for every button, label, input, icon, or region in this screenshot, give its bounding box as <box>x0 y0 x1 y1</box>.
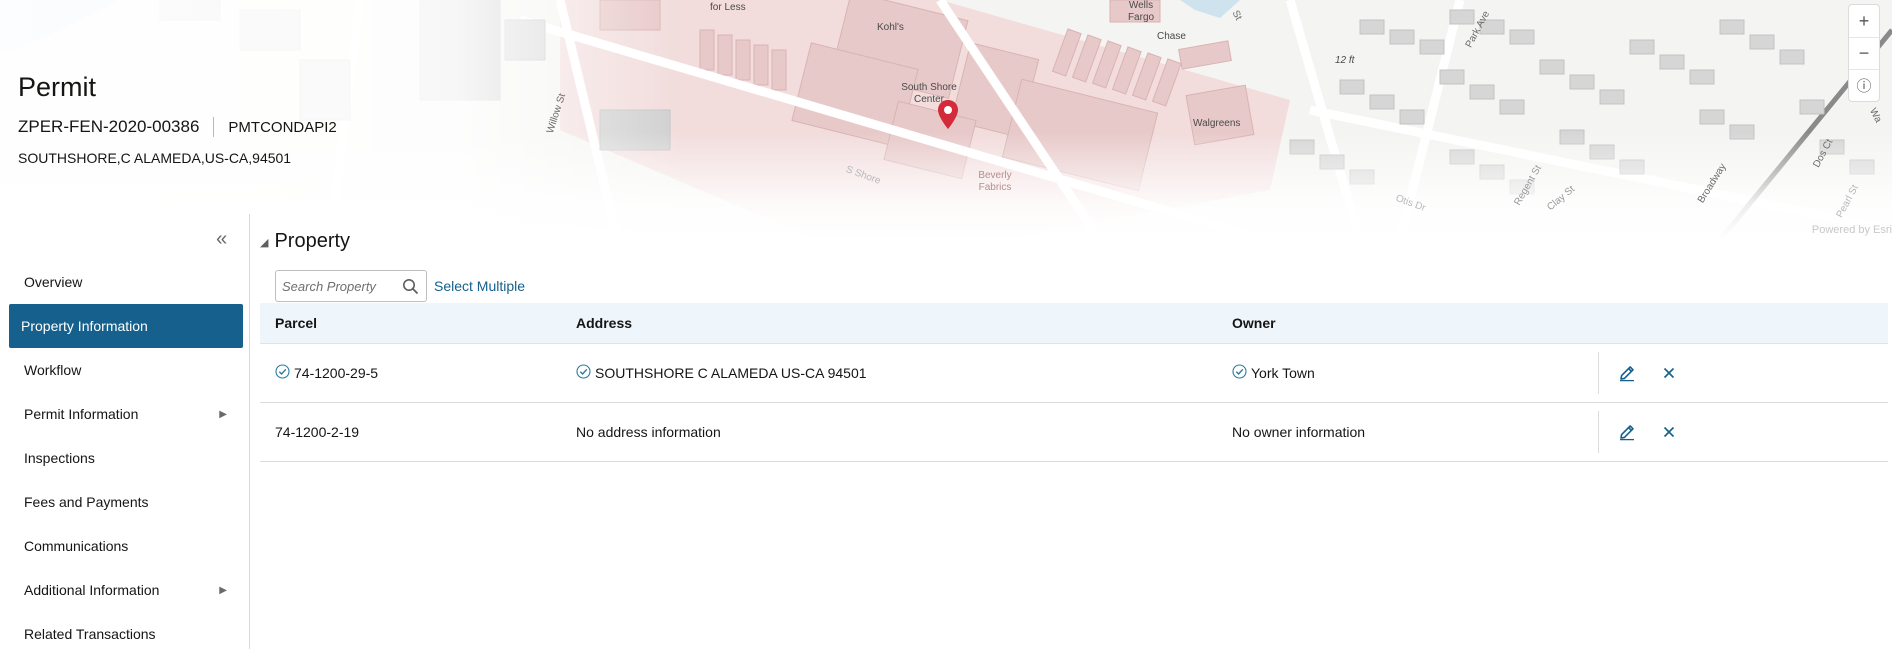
sidebar-item-label: Fees and Payments <box>24 494 149 510</box>
sidebar-item-additional-information[interactable]: Additional Information ▶ <box>9 568 243 612</box>
column-header-parcel[interactable]: Parcel <box>260 315 561 331</box>
collapse-sidebar-icon[interactable]: ‹‹ <box>216 228 227 251</box>
owner-cell: No owner information <box>1217 424 1598 440</box>
search-property-box <box>275 270 427 302</box>
sidebar-item-label: Additional Information <box>24 582 160 598</box>
expand-caret-icon[interactable]: ▶ <box>219 585 227 596</box>
map-label-kohls: Kohl's <box>877 22 904 33</box>
address-cell: SOUTHSHORE C ALAMEDA US-CA 94501 <box>561 363 1217 381</box>
page-title: Permit <box>18 72 97 102</box>
sidebar-item-label: Property Information <box>21 318 148 334</box>
column-header-address[interactable]: Address <box>561 315 1217 331</box>
check-circle-icon <box>576 363 591 379</box>
permit-address: SOUTHSHORE,C ALAMEDA,US-CA,94501 <box>18 150 292 166</box>
permit-type: PMTCONDAPI2 <box>228 118 337 136</box>
sidebar-item-label: Related Transactions <box>24 626 156 642</box>
parcel-value: 74-1200-2-19 <box>275 424 360 440</box>
property-toolbar: Select Multiple <box>275 270 525 302</box>
sidebar-item-permit-information[interactable]: Permit Information ▶ <box>9 392 243 436</box>
table-header: Parcel Address Owner <box>260 303 1888 344</box>
check-circle-icon <box>275 363 290 379</box>
parcel-value: 74-1200-29-5 <box>294 365 379 381</box>
sidebar-nav: Overview Property Information Workflow P… <box>9 260 243 649</box>
row-actions <box>1598 411 1888 453</box>
map-controls: + − ⓘ <box>1848 4 1880 102</box>
sidebar-item-label: Communications <box>24 538 129 554</box>
row-actions <box>1598 352 1888 394</box>
address-value: No address information <box>576 424 721 440</box>
location-pin-icon[interactable] <box>937 99 959 131</box>
owner-cell: York Town <box>1217 363 1598 381</box>
map-label-for-less: for Less <box>710 2 746 13</box>
sidebar: ‹‹ Overview Property Information Workflo… <box>0 214 250 649</box>
address-value: SOUTHSHORE C ALAMEDA US-CA 94501 <box>595 365 867 381</box>
section-title: Property <box>274 229 351 252</box>
column-header-owner[interactable]: Owner <box>1217 315 1598 331</box>
map-label-12ft: 12 ft <box>1335 55 1355 66</box>
close-icon[interactable] <box>1655 359 1683 387</box>
address-cell: No address information <box>561 424 1217 440</box>
sidebar-item-inspections[interactable]: Inspections <box>9 436 243 480</box>
sidebar-item-label: Inspections <box>24 450 95 466</box>
zoom-in-button[interactable]: + <box>1849 5 1879 37</box>
search-icon[interactable] <box>400 276 420 296</box>
main-content: ◢ Property Select Multiple Parcel Addres… <box>260 226 1888 462</box>
owner-value: York Town <box>1251 365 1315 381</box>
property-section-header[interactable]: ◢ Property <box>260 226 1888 256</box>
sidebar-item-overview[interactable]: Overview <box>9 260 243 304</box>
expand-caret-icon[interactable]: ▶ <box>219 409 227 420</box>
search-property-input[interactable] <box>282 278 400 294</box>
parcel-cell: 74-1200-29-5 <box>260 363 561 381</box>
sidebar-item-communications[interactable]: Communications <box>9 524 243 568</box>
permit-number: ZPER-FEN-2020-00386 <box>18 117 200 136</box>
map-label-beverly-fabrics: Beverly Fabrics <box>978 170 1012 193</box>
owner-value: No owner information <box>1232 424 1366 440</box>
property-table: Parcel Address Owner 74-1200-29-5 SOUTHS… <box>260 303 1888 462</box>
sidebar-item-workflow[interactable]: Workflow <box>9 348 243 392</box>
select-multiple-link[interactable]: Select Multiple <box>434 278 525 294</box>
permit-meta: ZPER-FEN-2020-00386 PMTCONDAPI2 <box>18 117 337 137</box>
map-label-wells-fargo: Wells Fargo <box>1127 0 1155 23</box>
table-row[interactable]: 74-1200-29-5 SOUTHSHORE C ALAMEDA US-CA … <box>260 344 1888 403</box>
check-circle-icon <box>1232 363 1247 379</box>
sidebar-item-label: Overview <box>24 274 83 290</box>
pencil-icon[interactable] <box>1613 418 1641 446</box>
pencil-icon[interactable] <box>1613 359 1641 387</box>
close-icon[interactable] <box>1655 418 1683 446</box>
table-row[interactable]: 74-1200-2-19 No address information No o… <box>260 403 1888 462</box>
sidebar-item-label: Workflow <box>24 362 82 378</box>
map-label-chase: Chase <box>1157 31 1186 42</box>
meta-divider <box>213 117 215 137</box>
zoom-out-button[interactable]: − <box>1849 37 1879 69</box>
sidebar-item-property-information[interactable]: Property Information <box>9 304 243 348</box>
sidebar-item-label: Permit Information <box>24 406 139 422</box>
info-icon[interactable]: ⓘ <box>1849 69 1879 101</box>
parcel-cell: 74-1200-2-19 <box>260 424 561 440</box>
sidebar-item-related-transactions[interactable]: Related Transactions <box>9 612 243 649</box>
sidebar-item-fees-and-payments[interactable]: Fees and Payments <box>9 480 243 524</box>
section-toggle-icon[interactable]: ◢ <box>260 236 268 249</box>
map-label-walgreens: Walgreens <box>1193 118 1241 129</box>
